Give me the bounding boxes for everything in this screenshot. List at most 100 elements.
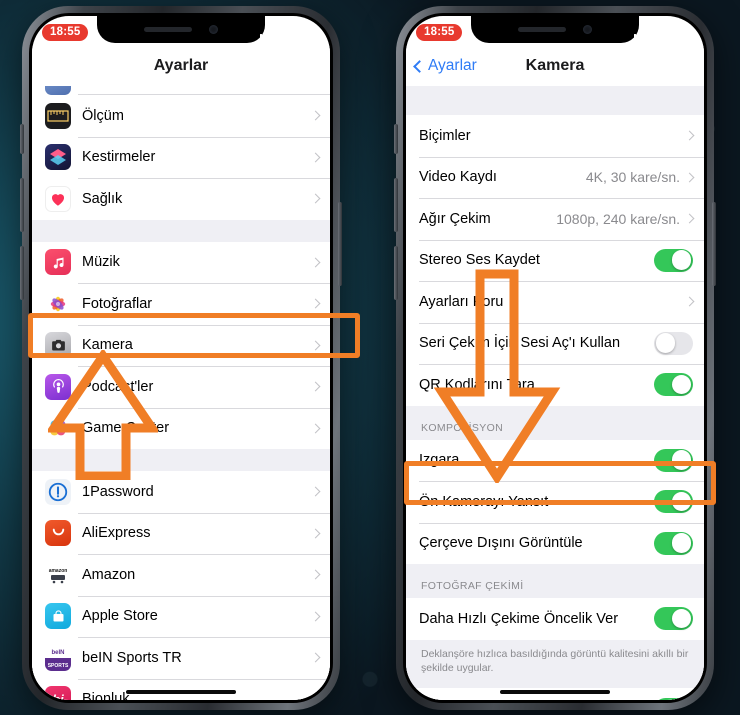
chevron-right-icon — [684, 172, 695, 183]
status-bar: 18:55 4G — [32, 16, 330, 46]
sidebar-item-aliexpress[interactable]: AliExpress — [32, 512, 330, 554]
svg-text:beIN: beIN — [51, 650, 64, 656]
network-label: 4G — [279, 27, 292, 38]
row-on-kamerayi-yansit[interactable]: Ön Kamerayı Yansıt — [406, 481, 704, 523]
toggle-akilli-hdr[interactable] — [654, 697, 693, 700]
sidebar-item-saglik[interactable]: Sağlık — [32, 178, 330, 220]
chevron-right-icon — [310, 152, 321, 163]
row-label: Çerçeve Dışını Görüntüle — [419, 535, 583, 552]
row-agir-cekim[interactable]: Ağır Çekim 1080p, 240 kare/sn. — [406, 198, 704, 240]
toggle-on-kamerayi-yansit[interactable] — [654, 490, 693, 514]
chevron-right-icon — [310, 611, 321, 622]
group-separator — [32, 219, 330, 242]
recording-time-badge: 18:55 — [416, 23, 463, 41]
partial-row-peek — [32, 86, 330, 95]
row-label: Stereo Ses Kaydet — [419, 252, 540, 269]
health-icon — [45, 185, 71, 212]
toggle-cerceve-disini-goruntule[interactable] — [654, 531, 693, 555]
svg-text:amazon: amazon — [49, 568, 68, 574]
row-label: Ön Kamerayı Yansıt — [419, 493, 549, 510]
toggle-qr-kodlarini-tara[interactable] — [654, 373, 693, 397]
chevron-right-icon — [310, 569, 321, 580]
recording-time-badge: 18:55 — [42, 23, 89, 41]
sidebar-item-label: Sağlık — [82, 190, 123, 207]
chevron-right-icon — [310, 694, 321, 700]
measure-icon — [45, 102, 71, 129]
row-bicimler[interactable]: Biçimler — [406, 115, 704, 157]
sidebar-item-label: Fotoğraflar — [82, 295, 153, 312]
sidebar-item-label: Müzik — [82, 254, 120, 271]
music-icon — [45, 249, 71, 276]
down-arrow-annotation — [433, 269, 561, 483]
signal-icon — [633, 27, 649, 38]
sidebar-item-apple-store[interactable]: Apple Store — [32, 595, 330, 637]
chevron-right-icon — [310, 110, 321, 121]
sidebar-item-olcum[interactable]: Ölçüm — [32, 95, 330, 137]
amazon-icon: amazon — [45, 561, 71, 588]
bionluk-icon: bi — [45, 686, 71, 700]
aliexpress-icon — [45, 520, 71, 547]
section-header-fotograf-cekimi: FOTOĞRAF ÇEKİMİ — [406, 564, 704, 598]
sidebar-item-label: Amazon — [82, 566, 136, 583]
sidebar-item-label: Ölçüm — [82, 107, 124, 124]
chevron-right-icon — [310, 486, 321, 497]
nav-bar: Ayarlar — [32, 46, 330, 86]
row-label: Ağır Çekim — [419, 210, 491, 227]
back-button[interactable]: Ayarlar — [413, 57, 477, 75]
chevron-right-icon — [310, 193, 321, 204]
settings-group-1: Ölçüm Kestirmeler Sağlık — [32, 95, 330, 220]
svg-text:SPORTS: SPORTS — [48, 663, 69, 669]
row-cerceve-disini-goruntule[interactable]: Çerçeve Dışını Görüntüle — [406, 522, 704, 564]
chevron-right-icon — [310, 340, 321, 351]
back-button-label: Ayarlar — [428, 57, 477, 74]
row-value: 4K, 30 kare/sn. — [585, 169, 680, 186]
chevron-right-icon — [310, 257, 321, 268]
home-indicator[interactable] — [126, 689, 236, 694]
sidebar-item-label: 1Password — [82, 483, 154, 500]
sidebar-item-bein-sports[interactable]: beIN SPORTS beIN Sports TR — [32, 637, 330, 679]
top-spacer — [406, 86, 704, 115]
chevron-right-icon — [684, 213, 695, 224]
row-label: Daha Hızlı Çekime Öncelik Ver — [419, 610, 619, 627]
onepassword-icon — [45, 478, 71, 505]
sidebar-item-kestirmeler[interactable]: Kestirmeler — [32, 136, 330, 178]
toggle-daha-hizli-cekime-oncelik[interactable] — [654, 607, 693, 631]
chevron-right-icon — [310, 652, 321, 663]
chevron-left-icon — [413, 59, 426, 73]
status-bar: 18:55 4G — [406, 16, 704, 46]
row-label: Biçimler — [419, 127, 471, 144]
footnote-text: Deklanşöre hızlıca basıldığında görüntü … — [406, 639, 704, 689]
sidebar-item-muzik[interactable]: Müzik — [32, 241, 330, 283]
chevron-right-icon — [684, 130, 695, 141]
nav-bar: Ayarlar Kamera — [406, 46, 704, 86]
toggle-izgara[interactable] — [654, 448, 693, 472]
sidebar-item-fotograflar[interactable]: Fotoğraflar — [32, 283, 330, 325]
chevron-right-icon — [310, 423, 321, 434]
toggle-seri-cekim-sesi[interactable] — [654, 331, 693, 355]
toggle-stereo-ses-kaydet[interactable] — [654, 248, 693, 272]
row-video-kaydi[interactable]: Video Kaydı 4K, 30 kare/sn. — [406, 156, 704, 198]
home-indicator[interactable] — [500, 689, 610, 694]
photos-icon — [45, 290, 71, 317]
up-arrow-annotation — [48, 350, 158, 480]
chevron-right-icon — [310, 528, 321, 539]
row-label: Video Kaydı — [419, 169, 497, 186]
settings-group-3: 1Password AliExpress amazon Amazon Apple… — [32, 471, 330, 700]
sidebar-item-label: AliExpress — [82, 525, 151, 542]
chevron-right-icon — [310, 298, 321, 309]
chevron-right-icon — [310, 381, 321, 392]
sidebar-item-label: beIN Sports TR — [82, 649, 182, 666]
camera-group-3: Daha Hızlı Çekime Öncelik Ver — [406, 598, 704, 640]
page-title: Ayarlar — [153, 57, 209, 74]
row-value: 1080p, 240 kare/sn. — [556, 210, 680, 227]
shortcuts-icon — [45, 144, 71, 171]
chevron-right-icon — [684, 296, 695, 307]
network-label: 4G — [653, 27, 666, 38]
beinsports-icon: beIN SPORTS — [45, 644, 71, 671]
sidebar-item-label: Kestirmeler — [82, 149, 156, 166]
applestore-icon — [45, 603, 71, 630]
battery-icon — [671, 27, 694, 38]
row-daha-hizli-cekime-oncelik[interactable]: Daha Hızlı Çekime Öncelik Ver — [406, 598, 704, 640]
page-title: Kamera — [525, 57, 585, 74]
sidebar-item-amazon[interactable]: amazon Amazon — [32, 554, 330, 596]
